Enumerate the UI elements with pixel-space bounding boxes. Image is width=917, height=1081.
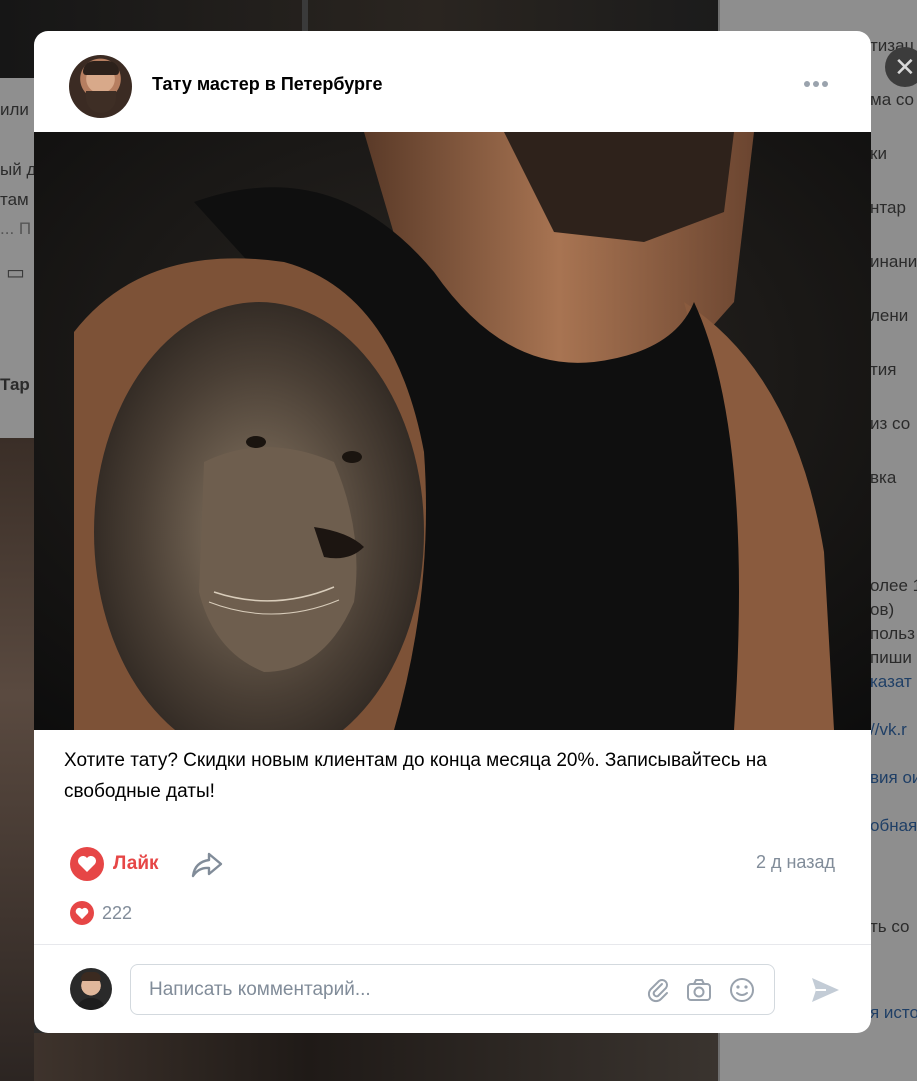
comment-input[interactable] (149, 977, 619, 1003)
bg-right-text: тия (870, 360, 897, 379)
bg-right-text: ма со (870, 90, 915, 109)
heart-icon (70, 847, 104, 881)
close-button[interactable]: ✕ (885, 47, 917, 87)
post-timestamp[interactable]: 2 д назад (756, 852, 835, 873)
bg-right-text: ть со (870, 917, 910, 936)
bg-left-text: ... П (0, 219, 32, 238)
like-label: Лайк (113, 853, 159, 874)
background-left-photo (0, 438, 34, 1081)
bg-left-text: ый д (0, 160, 37, 179)
comment-icon: ▭ (6, 262, 25, 284)
post-modal: Тату мастер в Петербурге Хотите тату? Ск… (34, 31, 871, 1033)
current-user-avatar[interactable] (70, 968, 112, 1010)
close-icon: ✕ (894, 52, 916, 82)
bg-right-text: вка (870, 468, 897, 487)
bg-left-text: или (0, 100, 29, 119)
bg-right-link: я исто (870, 1003, 917, 1022)
post-image[interactable] (34, 132, 871, 730)
author-name[interactable]: Тату мастер в Петербурге (152, 74, 383, 95)
post-header: Тату мастер в Петербурге (34, 31, 871, 132)
bg-right-text: нтар (870, 198, 906, 217)
send-icon (812, 978, 839, 1002)
post-text: Хотите тату? Скидки новым клиентам до ко… (64, 750, 767, 802)
send-button[interactable] (808, 973, 842, 1007)
bg-right-link: казат (870, 672, 912, 691)
share-button[interactable] (189, 849, 225, 881)
bg-right-link: вия ои (870, 768, 917, 787)
bg-right-text: из со (870, 414, 911, 433)
heart-icon (70, 901, 94, 925)
camera-icon[interactable] (685, 976, 713, 1004)
bg-left-text: там (0, 190, 29, 209)
tattoo-photo (34, 132, 871, 730)
author-avatar[interactable] (69, 55, 132, 118)
comment-field[interactable] (130, 964, 775, 1015)
bg-right-text: польз (870, 624, 915, 643)
likes-count: 222 (102, 902, 133, 923)
divider (34, 944, 871, 945)
background-photo-bottom (34, 1033, 720, 1081)
bg-left-text: Тар (0, 375, 30, 394)
bg-right-text: олее 1 (870, 576, 917, 595)
background-left-card: или ый д там ... П ▭ Тар (0, 78, 37, 438)
bg-right-text: инани (870, 252, 917, 271)
likes-summary[interactable]: 222 (70, 901, 132, 925)
bg-right-text: ки (870, 144, 887, 163)
like-button[interactable]: Лайк (70, 847, 159, 881)
bg-right-text: пиши (870, 648, 912, 667)
bg-right-link: обная (870, 816, 917, 835)
bg-right-link: //vk.r (870, 720, 907, 739)
more-horizontal-icon (804, 81, 810, 87)
bg-right-text: ов) (870, 600, 895, 619)
smile-icon[interactable] (728, 976, 756, 1004)
more-button[interactable] (804, 81, 828, 87)
paperclip-icon[interactable] (644, 976, 672, 1004)
bg-right-text: лени (870, 306, 909, 325)
share-icon (191, 852, 223, 878)
